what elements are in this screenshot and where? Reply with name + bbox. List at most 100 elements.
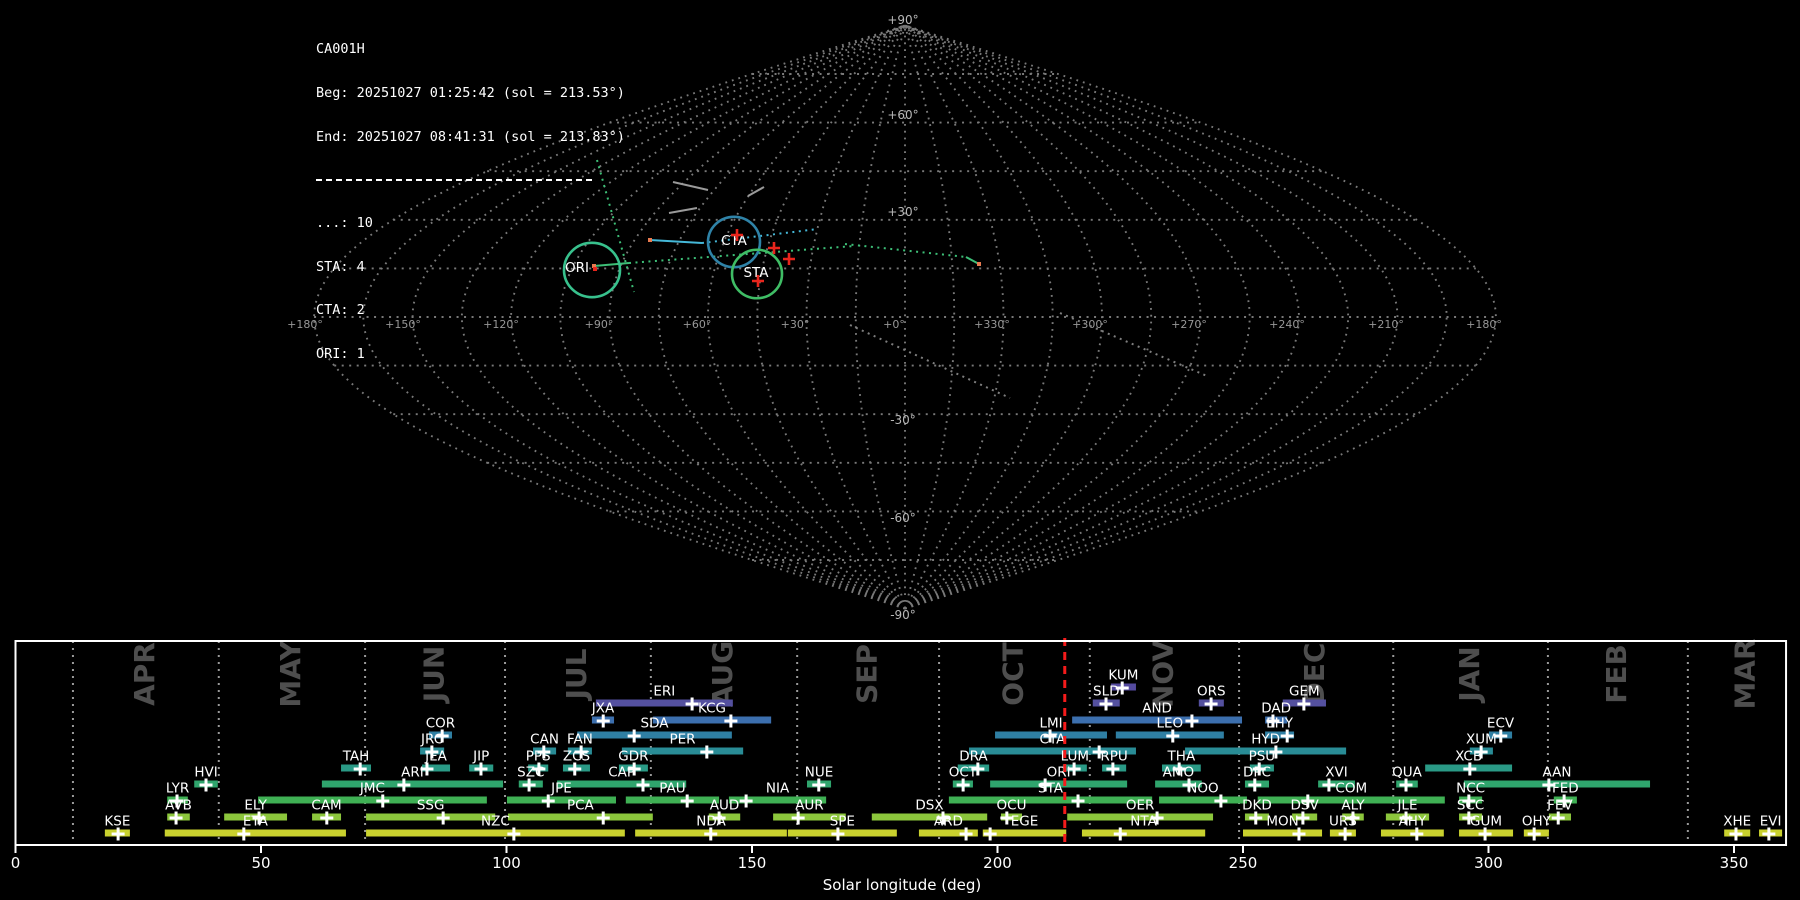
shower-label-CAN: CAN — [530, 732, 559, 748]
shower-bar-SSG — [366, 813, 496, 821]
longitude-label: +270° — [1171, 318, 1207, 331]
shower-label-JIP: JIP — [472, 749, 489, 765]
meridian-line — [904, 24, 1399, 610]
shower-label-JXA: JXA — [591, 701, 615, 717]
shower-label-ECV: ECV — [1487, 716, 1515, 732]
shower-ORS: ORS — [1197, 684, 1226, 711]
longitude-label: +30° — [781, 318, 810, 331]
shower-label-GDR: GDR — [618, 749, 648, 765]
shower-label-PPS: PPS — [526, 749, 551, 765]
shower-peak-NTA — [1113, 827, 1127, 841]
count-cta: CTA: 2 — [316, 302, 365, 319]
meridian-line — [707, 24, 906, 610]
shower-HVI: HVI — [194, 765, 218, 792]
shower-peak-NIA — [739, 794, 753, 808]
latitude-label: -30° — [890, 413, 916, 427]
x-axis-tick-label: 200 — [983, 854, 1012, 872]
meteor-trail — [849, 324, 1011, 399]
shower-label-CTA: CTA — [1040, 732, 1067, 748]
shower-OHY: OHY — [1522, 814, 1552, 841]
shower-JEA: JEA — [420, 749, 451, 776]
month-label-JUN: JUN — [417, 646, 450, 705]
longitude-label: +330° — [974, 318, 1010, 331]
month-label-NOV: NOV — [1146, 640, 1179, 708]
shower-label-FAN: FAN — [567, 732, 593, 748]
shower-label-RPU: RPU — [1100, 749, 1127, 765]
month-label-JAN: JAN — [1453, 646, 1486, 704]
shower-URS: URS — [1329, 814, 1357, 841]
month-label-MAY: MAY — [274, 640, 307, 708]
x-axis-tick-label: 150 — [738, 854, 767, 872]
shower-label-LMI: LMI — [1039, 716, 1062, 732]
month-label-AUG: AUG — [706, 641, 739, 708]
shower-label-PAU: PAU — [659, 781, 685, 797]
trail-endpoint-dot — [977, 262, 981, 266]
shower-label-NIA: NIA — [766, 781, 790, 797]
shower-label-JMC: JMC — [359, 781, 385, 797]
shower-peak-AND — [1185, 714, 1199, 728]
shower-NDA: NDA — [635, 814, 787, 841]
shower-label-QUA: QUA — [1392, 765, 1423, 781]
shower-label-XUM: XUM — [1466, 732, 1497, 748]
shower-label-JRC: JRC — [420, 732, 443, 748]
shower-label-CAP: CAP — [608, 765, 635, 781]
shower-EVI: EVI — [1759, 814, 1783, 841]
latitude-label: +30° — [887, 205, 918, 219]
shower-label-TAH: TAH — [342, 749, 370, 765]
shower-label-HYD: HYD — [1251, 732, 1280, 748]
shower-bar-STA — [948, 796, 1153, 804]
month-label-JUL: JUL — [560, 648, 593, 701]
shower-label-AMO: AMO — [1163, 765, 1195, 781]
shower-OCT: OCT — [949, 765, 978, 792]
shower-label-AVB: AVB — [165, 798, 192, 814]
shower-label-XHE: XHE — [1723, 814, 1751, 830]
shower-ZCS: ZCS — [563, 749, 590, 776]
longitude-label: +300° — [1072, 318, 1108, 331]
month-label-FEB: FEB — [1600, 644, 1633, 704]
x-axis-tick-label: 100 — [492, 854, 521, 872]
shower-peak-KCG — [724, 714, 738, 728]
shower-label-PER: PER — [669, 732, 695, 748]
activity-chart: APR MAY JUN JUL AUG SEP OCT NOV DEC JAN FEB MARKUME… — [11, 638, 1788, 894]
shower-label-ORI: ORI — [1047, 765, 1071, 781]
shower-label-SLD: SLD — [1093, 684, 1120, 700]
shower-label-DSV: DSV — [1291, 798, 1320, 814]
shower-label-MON: MON — [1266, 814, 1298, 830]
month-label-APR: APR — [128, 642, 161, 706]
shower-label-XCB: XCB — [1455, 749, 1482, 765]
shower-label-ARI: ARI — [401, 765, 424, 781]
latitude-label: -90° — [890, 608, 916, 622]
shower-label-AUR: AUR — [795, 798, 824, 814]
meteor-trail — [668, 207, 698, 214]
meridian-line — [904, 24, 1054, 610]
shower-label-AUD: AUD — [710, 798, 740, 814]
meridian-line — [657, 24, 906, 610]
trail-solid-segment — [747, 186, 765, 197]
shower-SLD: SLD — [1092, 684, 1120, 711]
latitude-label: +60° — [887, 108, 918, 122]
shower-label-THA: THA — [1167, 749, 1196, 765]
shower-XHE: XHE — [1723, 814, 1751, 841]
shower-label-LYR: LYR — [166, 781, 189, 797]
longitude-label: +180° — [1466, 318, 1502, 331]
shower-label-URS: URS — [1329, 814, 1357, 830]
shower-label-SCC: SCC — [1457, 798, 1484, 814]
shower-bar-KCG — [652, 716, 772, 724]
shower-peak-CAP — [636, 778, 650, 792]
trail-endpoint-dot — [648, 238, 652, 242]
shower-bar-ARI — [321, 780, 504, 788]
shower-label-EGE: EGE — [1011, 814, 1039, 830]
shower-RPU: RPU — [1100, 749, 1128, 776]
x-axis-tick-label: 350 — [1720, 854, 1749, 872]
shower-label-SDA: SDA — [641, 716, 670, 732]
shower-label-NTA: NTA — [1130, 814, 1157, 830]
shower-label-AHY: AHY — [1399, 814, 1427, 830]
shower-label-ARD: ARD — [934, 814, 963, 830]
latitude-label: -60° — [890, 511, 916, 525]
meteor-radiant-app: +90° +60° +30° -30° -60° -90° +180° +150° +120° +… — [0, 0, 1800, 900]
scene-canvas: +90°+60°+30°-30°-60°-90°+180° +150° +120° +… — [11, 13, 1788, 894]
shower-label-NCC: NCC — [1456, 781, 1485, 797]
shower-label-PCA: PCA — [567, 798, 595, 814]
meridian-line — [904, 24, 1251, 610]
radiant-label-STA: STA — [743, 265, 769, 281]
